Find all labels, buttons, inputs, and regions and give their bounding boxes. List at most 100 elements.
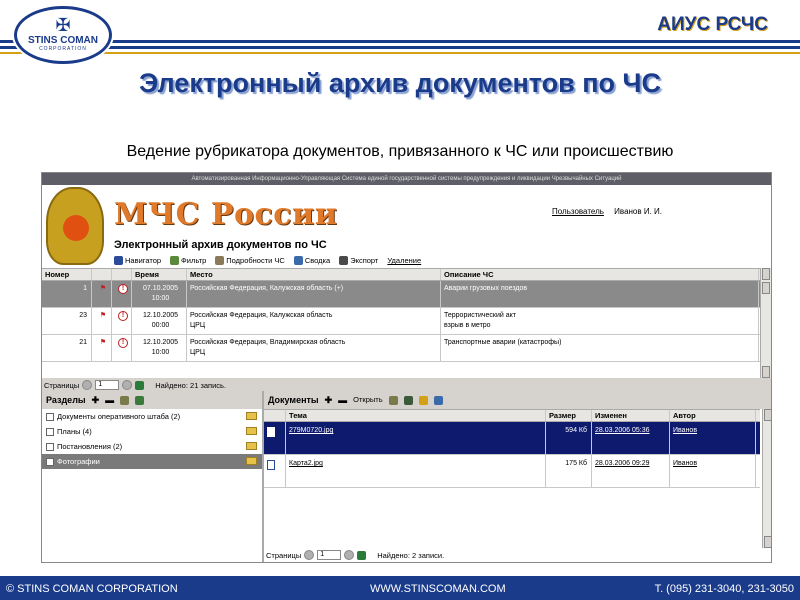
flag-icon: ⚑ bbox=[92, 281, 112, 307]
page-select[interactable]: 1 bbox=[317, 550, 342, 560]
slide-header: ✠ STINS COMAN CORPORATION АИУС РСЧС bbox=[0, 0, 800, 64]
section-item[interactable]: Документы оперативного штаба (2) bbox=[42, 409, 262, 424]
grid-view-icon[interactable] bbox=[433, 395, 443, 405]
footer-copyright: © STINS COMAN CORPORATION bbox=[6, 583, 178, 595]
edit-section-icon[interactable] bbox=[120, 395, 130, 405]
section-settings-icon[interactable] bbox=[135, 395, 145, 405]
documents-toolbar: Документы ✚ ▬ Открыть bbox=[264, 391, 771, 409]
col-topic[interactable]: Тема bbox=[286, 410, 546, 421]
slide-footer: © STINS COMAN CORPORATION WWW.STINSCOMAN… bbox=[0, 576, 800, 600]
remove-document-icon[interactable]: ▬ bbox=[338, 391, 347, 409]
col-number[interactable]: Номер bbox=[42, 269, 92, 280]
flag-icon: ⚑ bbox=[92, 308, 112, 334]
org-title: МЧС России bbox=[114, 197, 338, 232]
events-grid: Номер Время Место Описание ЧС 1 ⚑ ! 07.1… bbox=[42, 268, 771, 378]
documents-pager: Страницы 1 Найдено: 2 записи. bbox=[266, 550, 445, 560]
user-link[interactable]: Пользователь bbox=[552, 207, 604, 216]
warning-icon: ! bbox=[118, 284, 128, 294]
sections-title: Разделы bbox=[46, 395, 86, 405]
scroll-down-arrow[interactable] bbox=[762, 366, 770, 378]
module-title: Электронный архив документов по ЧС bbox=[114, 239, 327, 251]
slide-title: Электронный архив документов по ЧС bbox=[138, 68, 662, 98]
next-page-button[interactable] bbox=[344, 550, 355, 560]
remove-section-icon[interactable]: ▬ bbox=[105, 391, 114, 409]
slide-subtitle: Ведение рубрикатора документов, привязан… bbox=[126, 143, 674, 160]
system-banner: Автоматизированная Информационно-Управля… bbox=[42, 173, 771, 185]
event-row[interactable]: 1 ⚑ ! 07.10.2005 10:00 Российская Федерац… bbox=[42, 281, 760, 308]
folder-open-icon[interactable] bbox=[418, 395, 428, 405]
section-item[interactable]: Планы (4) bbox=[42, 424, 262, 439]
col-time[interactable]: Время bbox=[132, 269, 187, 280]
delete-button[interactable]: Удаление bbox=[387, 256, 421, 265]
events-scrollbar[interactable] bbox=[760, 268, 771, 378]
folder-icon bbox=[246, 442, 257, 450]
event-row[interactable]: 23 ⚑ ! 12.10.2005 00:00 Российская Федера… bbox=[42, 308, 760, 335]
stins-coman-logo: ✠ STINS COMAN CORPORATION bbox=[14, 6, 112, 64]
details-button[interactable]: Подробности ЧС bbox=[215, 256, 285, 265]
refresh-icon[interactable] bbox=[357, 550, 367, 560]
summary-icon bbox=[293, 256, 303, 265]
col-author[interactable]: Автор bbox=[670, 410, 756, 421]
documents-scrollbar[interactable] bbox=[762, 409, 771, 548]
navigator-button[interactable]: Навигатор bbox=[114, 256, 161, 265]
logo-subtitle: CORPORATION bbox=[39, 46, 87, 52]
col-icon[interactable] bbox=[264, 410, 286, 421]
sections-toolbar: Разделы ✚ ▬ bbox=[42, 391, 262, 409]
refresh-icon[interactable] bbox=[135, 380, 145, 390]
folder-icon bbox=[246, 457, 257, 465]
add-document-icon[interactable]: ✚ bbox=[325, 391, 333, 409]
edit-document-icon[interactable] bbox=[388, 395, 398, 405]
scroll-up-arrow[interactable] bbox=[762, 268, 770, 280]
col-description[interactable]: Описание ЧС bbox=[441, 269, 759, 280]
header-stripe bbox=[0, 40, 800, 43]
prev-page-button[interactable] bbox=[304, 550, 315, 560]
checkbox[interactable] bbox=[46, 412, 54, 421]
col-warning[interactable] bbox=[112, 269, 132, 280]
add-section-icon[interactable]: ✚ bbox=[92, 391, 100, 409]
flag-icon: ⚑ bbox=[92, 335, 112, 361]
scroll-down-arrow[interactable] bbox=[764, 536, 771, 548]
lower-panes: Разделы ✚ ▬ Документы оперативного штаба… bbox=[42, 391, 771, 562]
col-flag[interactable] bbox=[92, 269, 112, 280]
page-select[interactable]: 1 bbox=[95, 380, 120, 390]
export-button[interactable]: Экспорт bbox=[339, 256, 378, 265]
next-page-button[interactable] bbox=[122, 380, 133, 390]
folder-icon bbox=[246, 427, 257, 435]
section-item[interactable]: Постановления (2) bbox=[42, 439, 262, 454]
col-size[interactable]: Размер bbox=[546, 410, 592, 421]
sections-pane: Разделы ✚ ▬ Документы оперативного штаба… bbox=[42, 391, 264, 562]
scan-icon[interactable] bbox=[403, 395, 413, 405]
app-window: Автоматизированная Информационно-Управля… bbox=[41, 172, 772, 563]
section-item[interactable]: Фотографии bbox=[42, 454, 262, 469]
documents-found-count: Найдено: 2 записи. bbox=[377, 550, 445, 560]
image-file-icon bbox=[267, 427, 275, 437]
logo-emblem-icon: ✠ bbox=[55, 15, 71, 35]
prev-page-button[interactable] bbox=[82, 380, 93, 390]
event-row[interactable]: 21 ⚑ ! 12.10.2005 10:00 Российская Федера… bbox=[42, 335, 760, 362]
checkbox[interactable] bbox=[46, 427, 54, 436]
export-icon bbox=[339, 256, 349, 265]
app-header: МЧС России Пользователь Иванов И. И. Эле… bbox=[42, 185, 771, 268]
warning-icon: ! bbox=[118, 338, 128, 348]
warning-icon: ! bbox=[118, 311, 128, 321]
user-name: Иванов И. И. bbox=[614, 207, 663, 216]
scroll-up-arrow[interactable] bbox=[764, 409, 771, 421]
footer-phone: Т. (095) 231-3040, 231-3050 bbox=[654, 583, 794, 595]
col-modified[interactable]: Изменен bbox=[592, 410, 670, 421]
documents-title: Документы bbox=[268, 395, 319, 405]
events-grid-header: Номер Время Место Описание ЧС bbox=[42, 268, 760, 281]
events-pager: Страницы 1 Найдено: 21 запись. bbox=[44, 380, 227, 390]
document-row[interactable]: 279М0720.jpg 594 Кб 28.03.2006 05:36 Ива… bbox=[264, 422, 760, 455]
open-document-button[interactable]: Открыть bbox=[353, 391, 382, 409]
document-row[interactable]: Карта2.jpg 175 Кб 28.03.2006 09:29 Ивано… bbox=[264, 455, 760, 488]
header-stripe bbox=[0, 52, 800, 54]
mchs-emblem-icon bbox=[46, 187, 104, 265]
documents-header: Тема Размер Изменен Автор bbox=[264, 409, 760, 422]
summary-button[interactable]: Сводка bbox=[293, 256, 330, 265]
col-place[interactable]: Место bbox=[187, 269, 441, 280]
logo-name: STINS COMAN bbox=[28, 35, 98, 46]
filter-button[interactable]: Фильтр bbox=[170, 256, 206, 265]
scroll-thumb[interactable] bbox=[762, 282, 770, 294]
checkbox[interactable] bbox=[46, 442, 54, 451]
expand-box[interactable] bbox=[46, 457, 54, 466]
